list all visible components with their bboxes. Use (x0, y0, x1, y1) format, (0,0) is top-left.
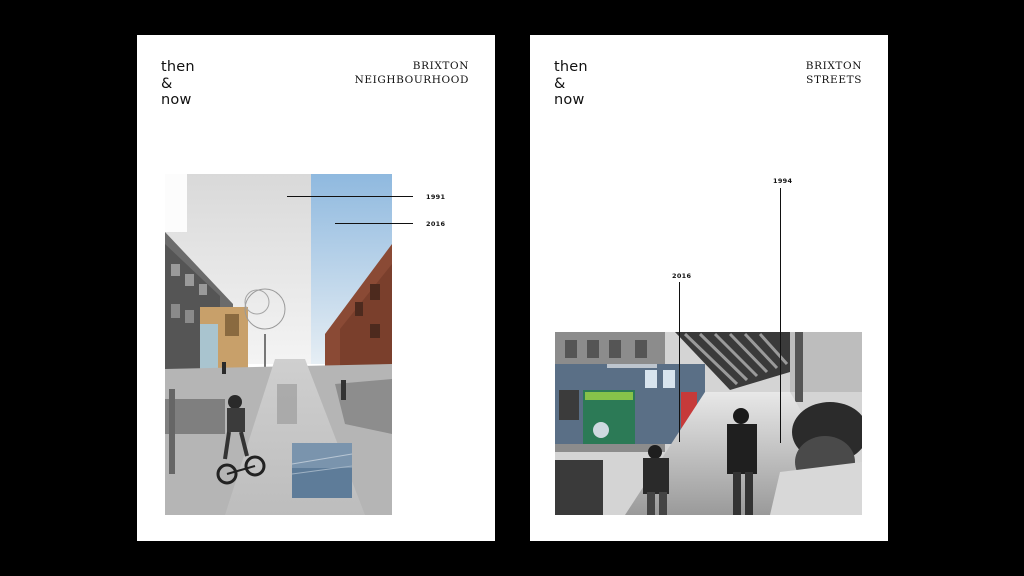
year-label-1991: 1991 (426, 193, 446, 201)
then-and-now-logo: then & now (554, 59, 588, 109)
location-line-2: NEIGHBOURHOOD (354, 74, 469, 86)
leader-line-2016 (335, 223, 413, 224)
location-line-1: BRIXTON (805, 60, 862, 72)
leader-line-1994 (780, 188, 781, 443)
logo-ampersand: & (554, 75, 566, 92)
year-label-1994: 1994 (773, 177, 793, 185)
location-line-1: BRIXTON (412, 60, 469, 72)
streets-collage-photo (555, 332, 862, 515)
year-label-2016: 2016 (672, 272, 692, 280)
logo-ampersand: & (161, 75, 173, 92)
poster-location: BRIXTON NEIGHBOURHOOD (355, 59, 469, 87)
poster-neighbourhood: then & now BRIXTON NEIGHBOURHOOD 1991 20… (137, 35, 495, 541)
year-label-2016: 2016 (426, 220, 446, 228)
location-line-2: STREETS (806, 74, 862, 86)
logo-word-then: then (161, 59, 195, 75)
logo-word-now: now (554, 92, 585, 108)
neighbourhood-collage-photo (165, 174, 392, 515)
poster-streets: then & now BRIXTON STREETS 1994 2016 (530, 35, 888, 541)
logo-word-then: then (554, 59, 588, 75)
street-collage-svg (165, 174, 392, 515)
logo-word-now: now (161, 92, 192, 108)
then-and-now-logo: then & now (161, 59, 195, 109)
leader-line-1991 (287, 196, 413, 197)
poster-location: BRIXTON STREETS (806, 59, 862, 87)
shopping-street-svg (555, 332, 862, 515)
leader-line-2016 (679, 282, 680, 442)
